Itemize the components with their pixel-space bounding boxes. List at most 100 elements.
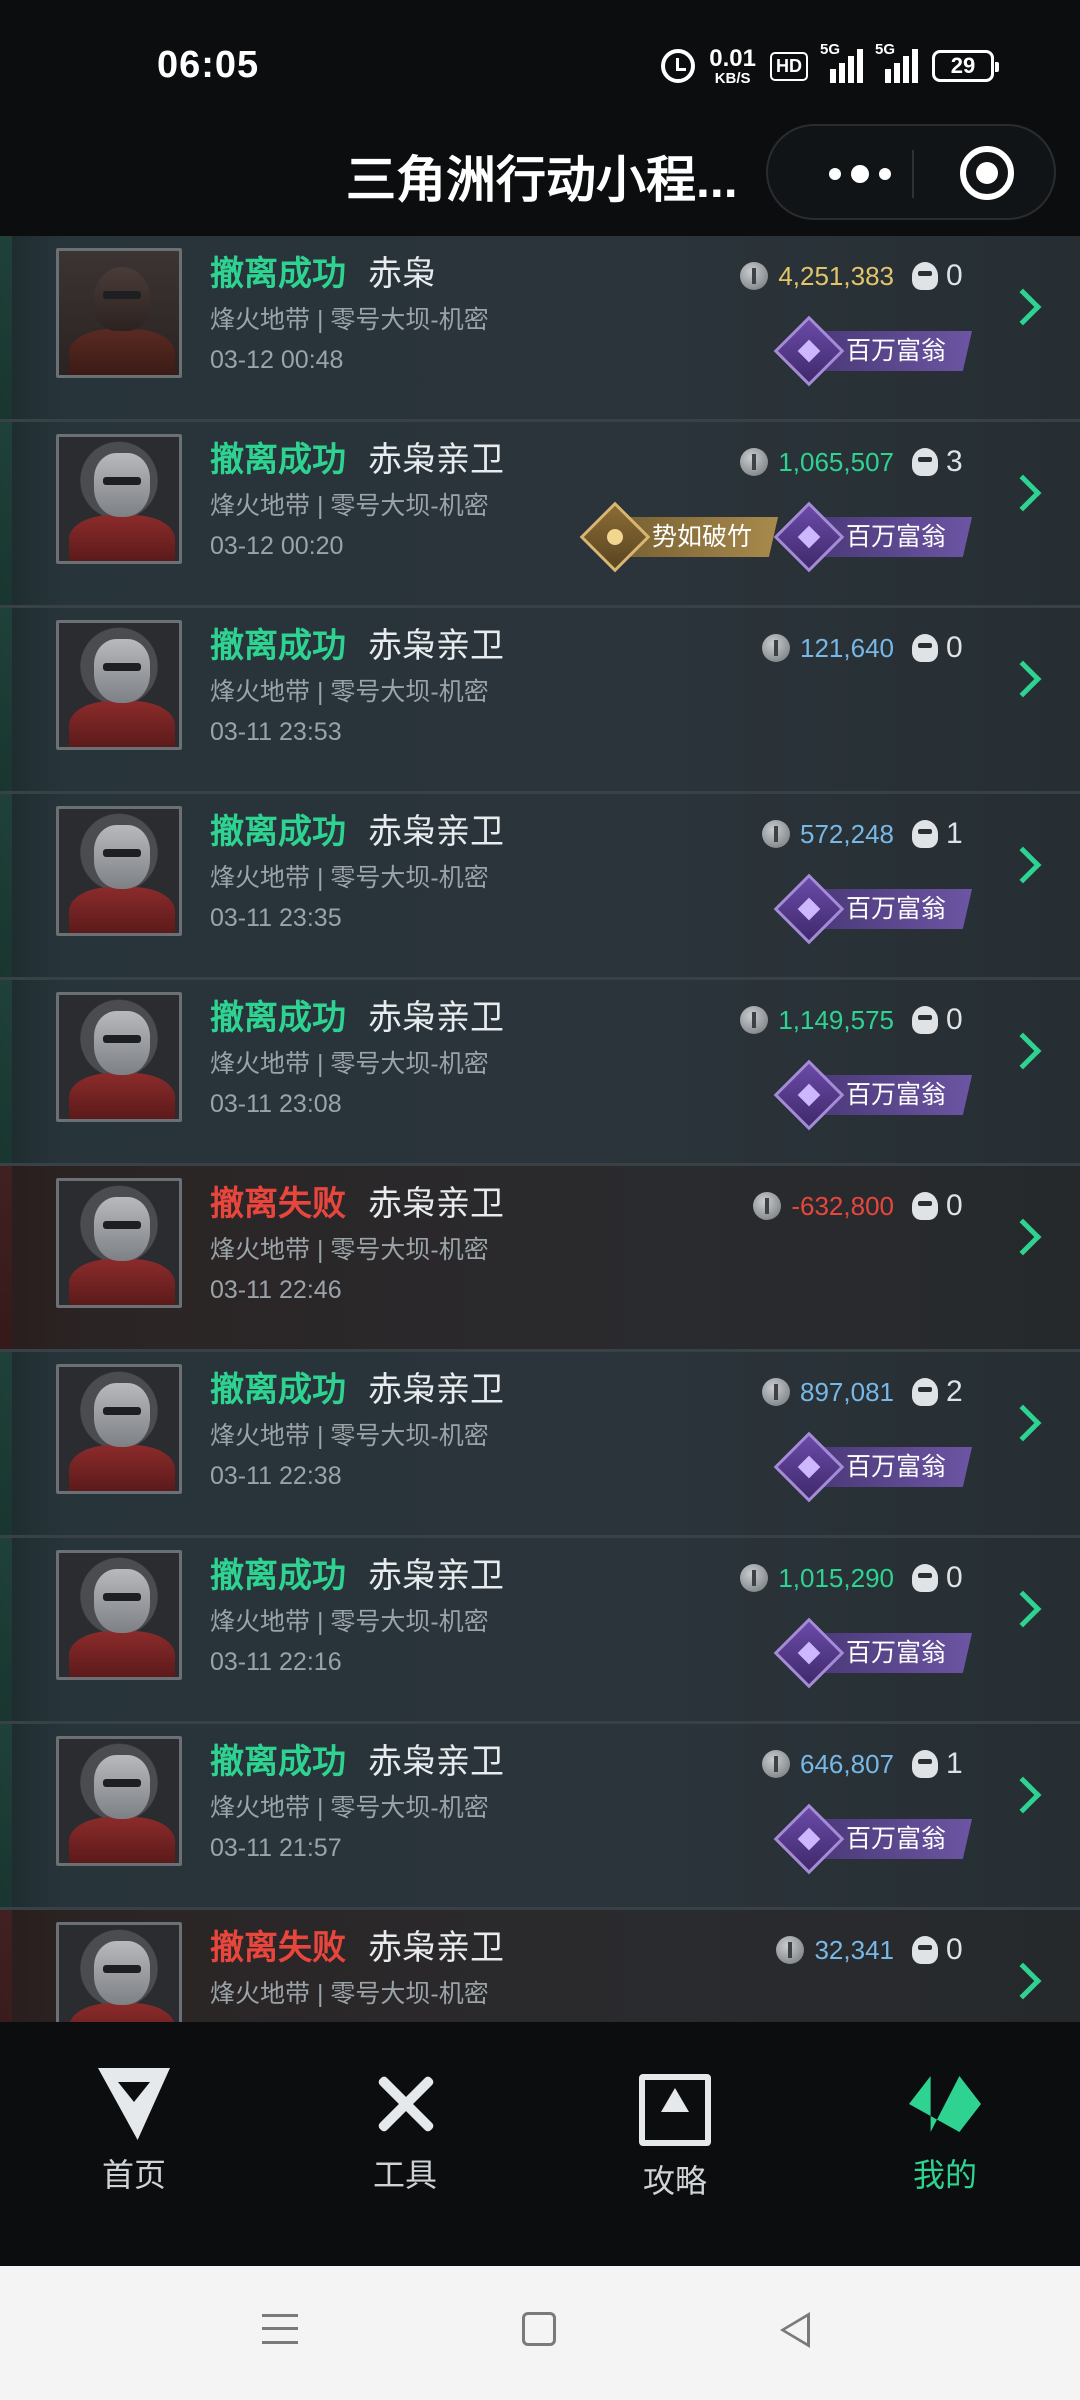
tab-tools-label: 工具 (372, 2157, 437, 2193)
signal-label-1: 5G (820, 41, 841, 58)
map-name: 烽火地带 | 零号大坝-机密 (210, 306, 489, 334)
tab-home[interactable]: 首页 (59, 2068, 209, 2196)
match-record-list[interactable]: 撤离成功 赤枭 烽火地带 | 零号大坝-机密 03-12 00:48 4,251,383… (0, 236, 1080, 2022)
record-row[interactable]: 撤离成功 赤枭亲卫 烽火地带 | 零号大坝-机密 03-12 00:20 1,065,5… (0, 422, 1080, 608)
operator-name: 赤枭亲卫 (368, 1185, 504, 1223)
value-group: 572,248 1 (762, 812, 966, 856)
chevron-right-icon[interactable] (1004, 1776, 1042, 1814)
operator-avatar (56, 806, 182, 936)
extraction-status: 撤离成功 (210, 813, 346, 851)
operator-avatar (56, 620, 182, 750)
skull-icon (912, 1006, 938, 1034)
coin-icon (740, 1564, 769, 1592)
operator-avatar (56, 1364, 182, 1494)
extraction-value: 897,081 (800, 1376, 894, 1407)
chevron-right-icon[interactable] (1004, 660, 1042, 698)
tab-me-label: 我的 (912, 2157, 977, 2193)
tab-guide[interactable]: 攻略 (600, 2068, 750, 2202)
record-row[interactable]: 撤离成功 赤枭 烽火地带 | 零号大坝-机密 03-12 00:48 4,251,383… (0, 236, 1080, 422)
kill-count: 0 (946, 259, 963, 292)
chevron-right-icon[interactable] (1004, 1032, 1042, 1070)
net-speed-value: 0.01 (709, 44, 756, 72)
chevron-right-icon[interactable] (1004, 1962, 1042, 2000)
value-group: 32,341 0 (776, 1928, 966, 1972)
operator-avatar (56, 434, 182, 564)
record-date: 03-11 22:38 (210, 1462, 342, 1490)
skull-icon (912, 1936, 938, 1964)
home-square-icon[interactable] (522, 2312, 556, 2346)
record-row[interactable]: 撤离失败 赤枭亲卫 烽火地带 | 零号大坝-机密 03-11 22:46 -632,80… (0, 1166, 1080, 1352)
record-row[interactable]: 撤离成功 赤枭亲卫 烽火地带 | 零号大坝-机密 03-11 23:35 572,248… (0, 794, 1080, 980)
status-time: 06:05 (157, 44, 260, 86)
tab-tools[interactable]: 工具 (330, 2068, 480, 2196)
map-name: 烽火地带 | 零号大坝-机密 (210, 678, 489, 706)
page-title: 三角洲行动小程... (346, 152, 738, 208)
tab-guide-label: 攻略 (642, 2163, 707, 2199)
recent-apps-icon[interactable] (262, 2314, 298, 2344)
skull-icon (912, 1564, 938, 1592)
avatar-mask (94, 453, 150, 517)
badge-streak: 势如破竹 (579, 501, 779, 573)
record-date: 03-11 21:57 (210, 1834, 342, 1862)
coin-icon (762, 820, 791, 848)
alarm-icon (661, 49, 696, 83)
chevron-right-icon[interactable] (1004, 1590, 1042, 1628)
signal-icon-1: 5G (820, 41, 863, 83)
chevron-right-icon[interactable] (1004, 846, 1042, 884)
extraction-value: 1,065,507 (778, 446, 894, 477)
record-row[interactable]: 撤离失败 赤枭亲卫 烽火地带 | 零号大坝-机密 32,341 0 (0, 1910, 1080, 2022)
millionaire-badge-icon (773, 1803, 845, 1875)
status-icons: 0.01 KB/S HD 5G 5G 29 (661, 41, 999, 88)
coin-icon (762, 1750, 791, 1778)
extraction-value: 4,251,383 (778, 260, 894, 291)
skull-icon (912, 820, 938, 848)
skull-icon (912, 1192, 938, 1220)
avatar-body (69, 1445, 175, 1491)
record-row[interactable]: 撤离成功 赤枭亲卫烽火地带 | 零号大坝-机密 03-11 22:38 897,081… (0, 1352, 1080, 1538)
extraction-status: 撤离成功 (210, 1371, 346, 1409)
value-group: 646,807 1 (762, 1742, 966, 1786)
chevron-right-icon[interactable] (1004, 474, 1042, 512)
skull-icon (912, 1378, 938, 1406)
more-dots-icon[interactable] (810, 156, 910, 192)
chevron-right-icon[interactable] (1004, 288, 1042, 326)
avatar-mask (94, 1197, 150, 1261)
guide-monitor-icon (639, 2074, 711, 2146)
tab-me[interactable]: 我的 (870, 2068, 1020, 2196)
record-row[interactable]: 撤离成功 赤枭亲卫 烽火地带 | 零号大坝-机密 03-11 23:53 121,640… (0, 608, 1080, 794)
badge-millionaire: 百万富翁 (773, 1431, 973, 1503)
row-accent (0, 1538, 12, 1721)
extraction-value: 1,015,290 (778, 1562, 894, 1593)
operator-name: 赤枭亲卫 (368, 1743, 504, 1781)
avatar-mask (94, 1011, 150, 1075)
operator-name: 赤枭亲卫 (368, 1371, 504, 1409)
target-close-icon[interactable] (960, 146, 1014, 200)
coin-icon (740, 1006, 769, 1034)
chevron-right-icon[interactable] (1004, 1218, 1042, 1256)
value-group: 1,065,507 3 (740, 440, 966, 484)
extraction-value: -632,800 (791, 1190, 894, 1221)
avatar-mask (94, 267, 150, 331)
row-accent (0, 1352, 12, 1535)
map-name: 烽火地带 | 零号大坝-机密 (210, 1050, 489, 1078)
badge-millionaire: 百万富翁 (773, 1803, 973, 1875)
record-row[interactable]: 撤离成功 赤枭亲卫 烽火地带 | 零号大坝-机密 03-11 22:16 1,015,2… (0, 1538, 1080, 1724)
kill-count: 1 (946, 817, 963, 850)
millionaire-badge-icon (773, 873, 845, 945)
avatar-body (69, 1259, 175, 1305)
value-group: 4,251,383 0 (740, 254, 966, 298)
avatar-body (69, 1817, 175, 1863)
chevron-right-icon[interactable] (1004, 1404, 1042, 1442)
operator-name: 赤枭亲卫 (368, 813, 504, 851)
record-date: 03-11 22:46 (210, 1276, 342, 1304)
map-name: 烽火地带 | 零号大坝-机密 (210, 1422, 489, 1450)
extraction-value: 572,248 (800, 818, 894, 849)
record-row[interactable]: 撤离成功 赤枭亲卫 烽火地带 | 零号大坝-机密 03-11 23:08 1,149,5… (0, 980, 1080, 1166)
extraction-status: 撤离失败 (210, 1929, 346, 1967)
value-group: 897,081 2 (762, 1370, 966, 1414)
back-triangle-icon[interactable] (780, 2312, 810, 2348)
skull-icon (912, 1750, 938, 1778)
record-row[interactable]: 撤离成功 赤枭亲卫 烽火地带 | 零号大坝-机密 03-11 21:57 646,807… (0, 1724, 1080, 1910)
millionaire-badge-icon (773, 1617, 845, 1689)
skull-icon (912, 262, 938, 290)
